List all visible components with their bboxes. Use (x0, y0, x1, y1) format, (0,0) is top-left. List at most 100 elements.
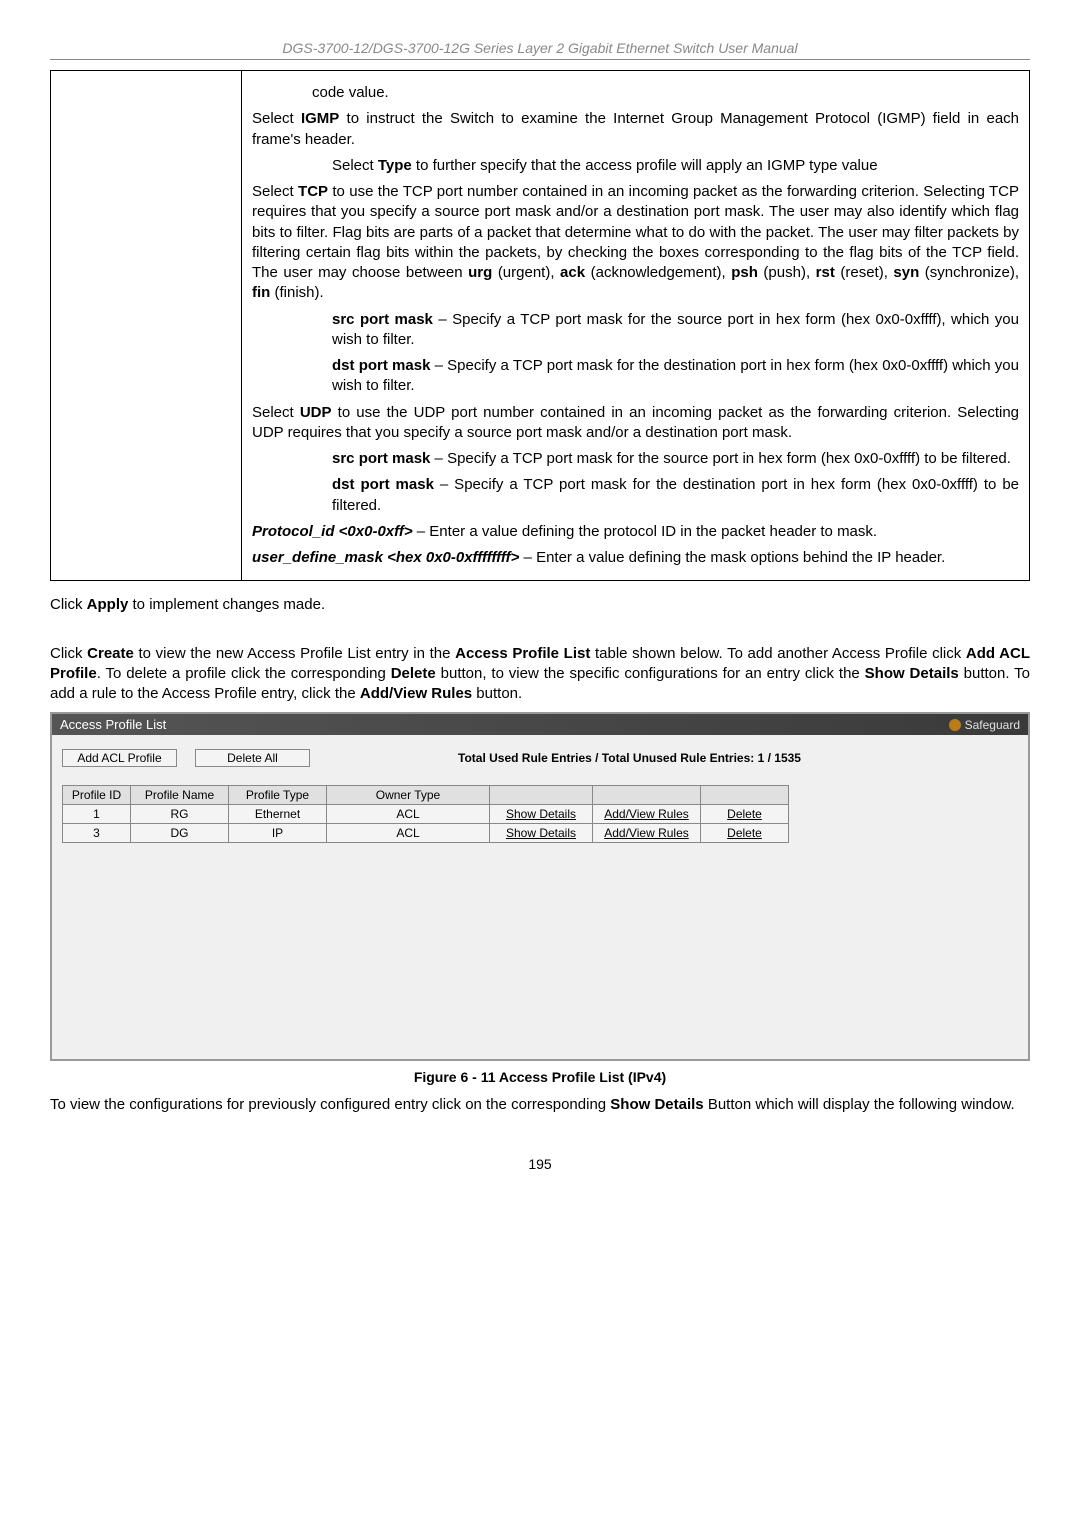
text: – Specify a TCP port mask for the destin… (332, 357, 1019, 394)
bold: syn (893, 264, 919, 281)
window-body: Add ACL Profile Delete All Total Used Ru… (52, 735, 1028, 1059)
text: to implement changes made. (128, 596, 325, 613)
cell-id: 1 (63, 805, 131, 824)
description-table: code value. Select IGMP to instruct the … (50, 70, 1030, 581)
text: – Enter a value defining the protocol ID… (413, 523, 877, 540)
text: button, to view the specific configurati… (436, 665, 865, 682)
text: to use the UDP port number contained in … (252, 404, 1019, 441)
table-row: 1 RG Ethernet ACL Show Details Add/View … (63, 805, 789, 824)
text: Select (252, 404, 300, 421)
desc-left-cell (51, 71, 242, 581)
access-profile-list-screenshot: Access Profile List Safeguard Add ACL Pr… (50, 712, 1030, 1061)
cell-owner: ACL (327, 805, 490, 824)
igmp-para: Select IGMP to instruct the Switch to ex… (252, 109, 1019, 150)
profile-table: Profile ID Profile Name Profile Type Own… (62, 785, 789, 843)
create-para: Click Create to view the new Access Prof… (50, 644, 1030, 705)
text: Select (252, 183, 298, 200)
bold: Show Details (610, 1096, 703, 1113)
text: (synchronize), (919, 264, 1019, 281)
text: Button which will display the following … (704, 1096, 1015, 1113)
udp-dst: dst port mask – Specify a TCP port mask … (252, 475, 1019, 516)
safeguard-label: Safeguard (965, 718, 1020, 732)
window-title: Access Profile List (60, 717, 166, 732)
bold: Show Details (865, 665, 959, 682)
cell-name: DG (131, 824, 229, 843)
cell-type: Ethernet (229, 805, 327, 824)
text: Click (50, 645, 87, 662)
safeguard-icon (949, 719, 961, 731)
text: To view the configurations for previousl… (50, 1096, 610, 1113)
text: (finish). (270, 284, 323, 301)
footer-para: To view the configurations for previousl… (50, 1095, 1030, 1115)
cell-type: IP (229, 824, 327, 843)
col-owner-type: Owner Type (327, 786, 490, 805)
text: (urgent), (492, 264, 560, 281)
add-view-rules-button[interactable]: Add/View Rules (600, 826, 693, 840)
text: (push), (758, 264, 816, 281)
col-delete (701, 786, 789, 805)
text: Select (332, 157, 378, 174)
code-value-line: code value. (252, 83, 1019, 103)
text: – Specify a TCP port mask for the destin… (332, 476, 1019, 513)
table-header-row: Profile ID Profile Name Profile Type Own… (63, 786, 789, 805)
add-view-rules-button[interactable]: Add/View Rules (600, 807, 693, 821)
bold: ack (560, 264, 585, 281)
text: to view the new Access Profile List entr… (134, 645, 455, 662)
window-titlebar: Access Profile List Safeguard (52, 714, 1028, 735)
text: – Enter a value defining the mask option… (519, 549, 945, 566)
bold: urg (468, 264, 492, 281)
text: – Specify a TCP port mask for the source… (430, 450, 1011, 467)
tcp-dst: dst port mask – Specify a TCP port mask … (252, 356, 1019, 397)
bold: Apply (87, 596, 129, 613)
udp-para: Select UDP to use the UDP port number co… (252, 403, 1019, 444)
col-add-view (593, 786, 701, 805)
bold: src port mask (332, 450, 430, 467)
bold-italic: user_define_mask <hex 0x0-0xffffffff> (252, 549, 519, 566)
igmp-sub: Select Type to further specify that the … (252, 156, 1019, 176)
bold: Add/View Rules (360, 685, 472, 702)
toolbar: Add ACL Profile Delete All Total Used Ru… (62, 749, 1018, 767)
text: to instruct the Switch to examine the In… (252, 110, 1019, 147)
udp-src: src port mask – Specify a TCP port mask … (252, 449, 1019, 469)
text: Click (50, 596, 87, 613)
text: Select (252, 110, 301, 127)
bold: IGMP (301, 110, 339, 127)
bold: Delete (391, 665, 436, 682)
delete-button[interactable]: Delete (723, 826, 766, 840)
page-number: 195 (50, 1156, 1030, 1172)
rule-entries-info: Total Used Rule Entries / Total Unused R… (458, 751, 801, 765)
bold: Create (87, 645, 134, 662)
col-profile-id: Profile ID (63, 786, 131, 805)
delete-all-button[interactable]: Delete All (195, 749, 310, 767)
bold: Access Profile List (455, 645, 590, 662)
bold: src port mask (332, 311, 433, 328)
bold: dst port mask (332, 476, 434, 493)
safeguard-badge: Safeguard (949, 718, 1020, 732)
delete-button[interactable]: Delete (723, 807, 766, 821)
show-details-button[interactable]: Show Details (502, 826, 580, 840)
protocol-id-para: Protocol_id <0x0-0xff> – Enter a value d… (252, 522, 1019, 542)
user-define-para: user_define_mask <hex 0x0-0xffffffff> – … (252, 548, 1019, 568)
text: (acknowledgement), (585, 264, 731, 281)
text: button. (472, 685, 522, 702)
text: – Specify a TCP port mask for the source… (332, 311, 1019, 348)
text: (reset), (835, 264, 894, 281)
col-show-details (490, 786, 593, 805)
table-row: 3 DG IP ACL Show Details Add/View Rules … (63, 824, 789, 843)
figure-caption: Figure 6 - 11 Access Profile List (IPv4) (50, 1069, 1030, 1085)
bold: fin (252, 284, 270, 301)
bold: psh (731, 264, 758, 281)
doc-header: DGS-3700-12/DGS-3700-12G Series Layer 2 … (50, 40, 1030, 60)
bold: Type (378, 157, 412, 174)
apply-para: Click Apply to implement changes made. (50, 595, 1030, 615)
bold: TCP (298, 183, 328, 200)
bold: rst (816, 264, 835, 281)
show-details-button[interactable]: Show Details (502, 807, 580, 821)
bold: dst port mask (332, 357, 430, 374)
cell-owner: ACL (327, 824, 490, 843)
text: to further specify that the access profi… (412, 157, 878, 174)
add-acl-profile-button[interactable]: Add ACL Profile (62, 749, 177, 767)
col-profile-type: Profile Type (229, 786, 327, 805)
text: table shown below. To add another Access… (590, 645, 966, 662)
cell-id: 3 (63, 824, 131, 843)
